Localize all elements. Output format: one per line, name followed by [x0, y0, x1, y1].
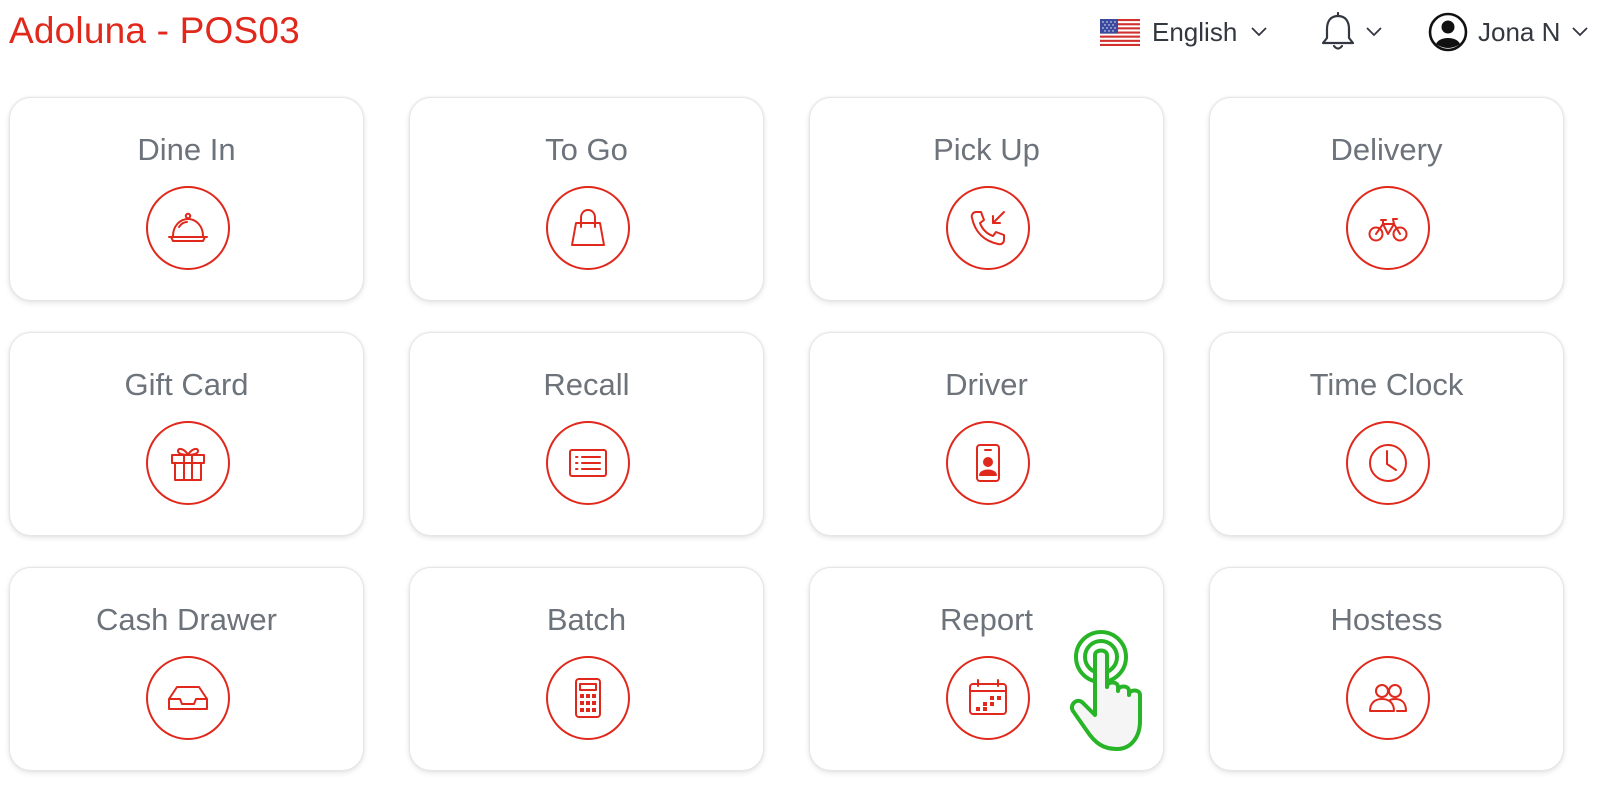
tile-label: Cash Drawer	[96, 602, 277, 637]
hostess-tile[interactable]: Hostess	[1209, 567, 1564, 771]
top-bar: Adoluna - POS03 English Jona N	[0, 0, 1600, 64]
gift-card-tile[interactable]: Gift Card	[9, 332, 364, 536]
tile-label: Driver	[945, 367, 1028, 402]
calculator-icon	[546, 656, 630, 740]
language-label: English	[1152, 16, 1238, 47]
chevron-down-icon	[1572, 27, 1589, 37]
gift-icon	[146, 421, 230, 505]
tile-label: Batch	[546, 602, 627, 637]
chevron-down-icon	[1366, 27, 1382, 37]
time-clock-tile[interactable]: Time Clock	[1209, 332, 1564, 536]
tile-label: Recall	[543, 367, 630, 402]
tile-label: To Go	[545, 132, 628, 167]
tray-icon	[146, 656, 230, 740]
recall-tile[interactable]: Recall	[409, 332, 764, 536]
id-badge-icon	[946, 421, 1030, 505]
tile-label: Dine In	[137, 132, 236, 167]
tile-label: Gift Card	[124, 367, 249, 402]
bell-icon	[1321, 12, 1355, 50]
us-flag-icon	[1100, 18, 1140, 46]
batch-tile[interactable]: Batch	[409, 567, 764, 771]
cash-drawer-tile[interactable]: Cash Drawer	[9, 567, 364, 771]
tile-label: Hostess	[1330, 602, 1443, 637]
chevron-down-icon	[1251, 27, 1267, 37]
shopping-bag-icon	[546, 186, 630, 270]
clock-icon	[1346, 421, 1430, 505]
incoming-call-icon	[946, 186, 1030, 270]
language-selector[interactable]: English	[1100, 14, 1267, 50]
tile-label: Pick Up	[933, 132, 1040, 167]
tile-label: Time Clock	[1309, 367, 1464, 402]
bicycle-icon	[1346, 186, 1430, 270]
delivery-tile[interactable]: Delivery	[1209, 97, 1564, 301]
tile-label: Report	[939, 602, 1034, 637]
user-menu[interactable]: Jona N	[1428, 10, 1589, 54]
user-circle-icon	[1428, 12, 1468, 52]
cloche-icon	[146, 186, 230, 270]
list-icon	[546, 421, 630, 505]
app-title: Adoluna - POS03	[9, 10, 300, 51]
driver-tile[interactable]: Driver	[809, 332, 1164, 536]
to-go-tile[interactable]: To Go	[409, 97, 764, 301]
notifications-button[interactable]	[1320, 10, 1382, 54]
people-icon	[1346, 656, 1430, 740]
tile-label: Delivery	[1330, 132, 1443, 167]
dine-in-tile[interactable]: Dine In	[9, 97, 364, 301]
calendar-icon	[946, 656, 1030, 740]
pick-up-tile[interactable]: Pick Up	[809, 97, 1164, 301]
user-name: Jona N	[1478, 16, 1561, 47]
report-tile[interactable]: Report	[809, 567, 1164, 771]
